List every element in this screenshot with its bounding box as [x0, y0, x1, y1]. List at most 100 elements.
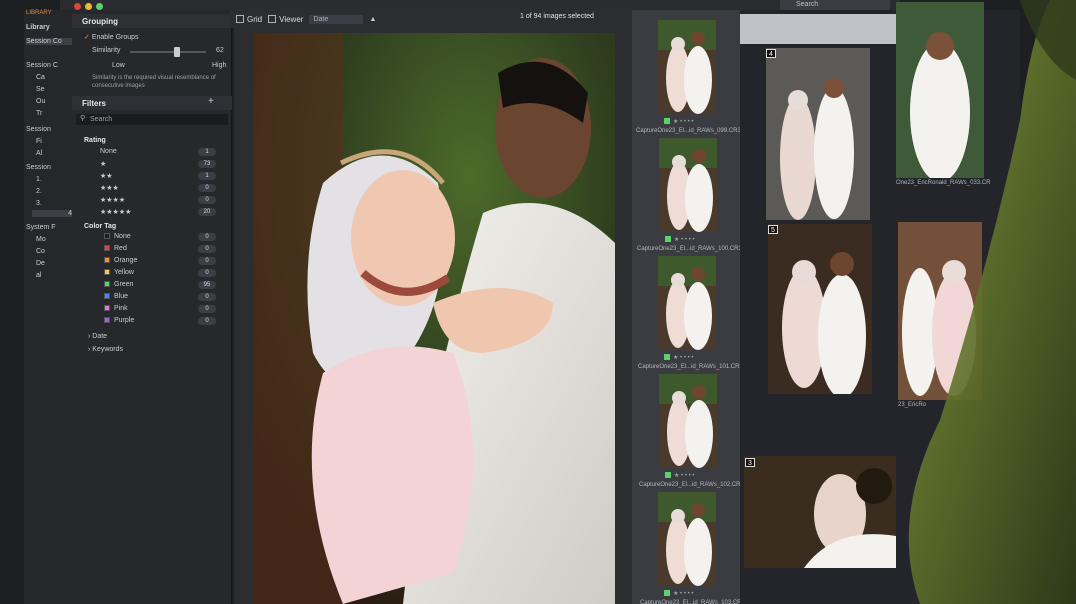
color-tag-filter-row[interactable]: Pink [104, 305, 128, 312]
library-item[interactable]: System F [26, 224, 56, 231]
library-item[interactable]: Ca [36, 74, 45, 81]
grouping-title: Grouping [82, 17, 118, 26]
color-tag-label: Orange [114, 257, 138, 264]
color-swatch-icon [104, 233, 110, 239]
rating-count: 0 [198, 196, 216, 204]
color-swatch-icon [104, 257, 110, 263]
grid-tile[interactable] [768, 224, 872, 394]
library-item[interactable]: Session [26, 126, 51, 133]
green-tag-icon [665, 472, 671, 478]
main-photo[interactable] [253, 33, 615, 604]
rating-count: 1 [198, 172, 216, 180]
library-item[interactable]: Session C [26, 62, 58, 69]
library-item[interactable]: Tr [36, 110, 42, 117]
filmstrip-thumbnail[interactable] [658, 256, 716, 350]
color-tag-filter-row[interactable]: Green [104, 281, 133, 288]
color-tag-filter-row[interactable]: Purple [104, 317, 134, 324]
rating-filter-row[interactable]: None [100, 148, 117, 155]
grid-button[interactable]: Grid [236, 15, 262, 24]
checkmark-icon: ✓ [84, 34, 90, 41]
library-item[interactable]: Al [36, 150, 42, 157]
thumbnail-rating[interactable]: ★ • • • • [665, 236, 694, 243]
sort-direction-icon[interactable]: ▲ [369, 16, 376, 23]
similarity-slider-track[interactable] [130, 51, 206, 53]
close-window-button[interactable] [74, 3, 81, 10]
filters-title: Filters [82, 99, 107, 108]
filmstrip-thumbnail[interactable] [658, 492, 716, 586]
rating-filter-row[interactable]: ★★★★★ [100, 208, 131, 216]
filmstrip-thumbnail[interactable] [658, 20, 716, 114]
color-tag-filter-row[interactable]: Yellow [104, 269, 134, 276]
enable-groups-checkbox[interactable]: ✓ Enable Groups [84, 33, 139, 41]
library-item[interactable]: Se [36, 86, 45, 93]
similarity-slider-handle[interactable] [174, 47, 181, 57]
thumbnail-rating[interactable]: ★ • • • • [665, 472, 694, 479]
rating-filter-row[interactable]: ★★ [100, 172, 113, 180]
grid-tile[interactable] [744, 456, 896, 568]
title-bar [60, 0, 900, 10]
filter-search-input[interactable]: Search [76, 114, 228, 125]
filmstrip-thumbnail[interactable] [659, 138, 717, 232]
grid-label: Grid [247, 14, 263, 24]
color-tag-filter-row[interactable]: Red [104, 245, 127, 252]
library-item-selected[interactable]: 4 [32, 210, 72, 217]
color-tag-label: Yellow [114, 269, 134, 276]
thumbnail-caption: CaptureOne23_El...id_RAWs_099.CR3 [636, 128, 741, 134]
library-item[interactable]: Ou [36, 98, 45, 105]
library-item[interactable]: 1. [36, 176, 42, 183]
minimize-window-button[interactable] [85, 3, 92, 10]
color-tag-title[interactable]: Color Tag [84, 223, 116, 230]
color-tag-filter-row[interactable]: Orange [104, 257, 137, 264]
rating-filter-row[interactable]: ★★★★ [100, 196, 125, 204]
library-header[interactable]: Library [26, 24, 50, 31]
add-filter-icon[interactable]: + [208, 96, 214, 107]
grid-number-badge: 3 [745, 458, 755, 467]
color-swatch-icon [104, 245, 110, 251]
viewer-label: Viewer [279, 14, 304, 24]
rating-count: 73 [198, 160, 216, 168]
date-filter[interactable]: › Date [88, 333, 107, 340]
rating-filter-row[interactable]: ★ [100, 160, 106, 168]
library-item[interactable]: Mo [36, 236, 46, 243]
thumbnail-rating[interactable]: ★ • • • • [664, 354, 693, 361]
color-tag-label: Pink [114, 305, 128, 312]
color-tag-filter-row[interactable]: Blue [104, 293, 128, 300]
color-swatch-icon [104, 317, 110, 323]
library-item[interactable]: 3. [36, 200, 42, 207]
library-item[interactable]: Co [36, 248, 45, 255]
thumbnail-rating[interactable]: ★ • • • • [664, 118, 693, 125]
search-icon: ⚲ [80, 115, 86, 122]
library-item[interactable]: al [36, 272, 41, 279]
color-tag-count: 0 [198, 317, 216, 325]
library-item[interactable]: Fi [36, 138, 42, 145]
viewer-icon [268, 15, 277, 23]
grid-icon [236, 15, 244, 23]
rating-title[interactable]: Rating [84, 137, 106, 144]
zoom-window-button[interactable] [96, 3, 103, 10]
keywords-filter[interactable]: › Keywords [88, 346, 123, 353]
library-item[interactable]: De [36, 260, 45, 267]
grid-tile[interactable] [766, 48, 870, 220]
similarity-help-text: Similarity is the required visual resemb… [92, 75, 216, 89]
rating-filter-row[interactable]: ★★★ [100, 184, 119, 192]
library-item[interactable]: Session [26, 164, 51, 171]
filmstrip-thumbnail[interactable] [659, 374, 717, 468]
library-item[interactable]: 2. [36, 188, 42, 195]
rating-count: 1 [198, 148, 216, 156]
similarity-label: Similarity [92, 47, 121, 54]
thumbnail-caption: CaptureOne23_El...id_RAWs_102.CR3 [639, 482, 744, 488]
low-label: Low [112, 62, 125, 69]
library-tab[interactable]: LIBRARY [24, 10, 74, 20]
color-tag-label: Green [114, 281, 134, 288]
top-search-input[interactable]: Search [780, 0, 890, 10]
color-swatch-icon [104, 281, 110, 287]
green-tag-icon [664, 354, 670, 360]
library-item[interactable]: Session Co [26, 38, 72, 45]
color-tag-count: 0 [198, 305, 216, 313]
sort-select[interactable]: Date [309, 14, 364, 24]
color-tag-filter-row[interactable]: None [104, 233, 131, 240]
viewer-button[interactable]: Viewer [268, 15, 303, 24]
grid-tile[interactable] [740, 14, 896, 44]
high-label: High [212, 62, 227, 69]
thumbnail-rating[interactable]: ★ • • • • [664, 590, 693, 597]
